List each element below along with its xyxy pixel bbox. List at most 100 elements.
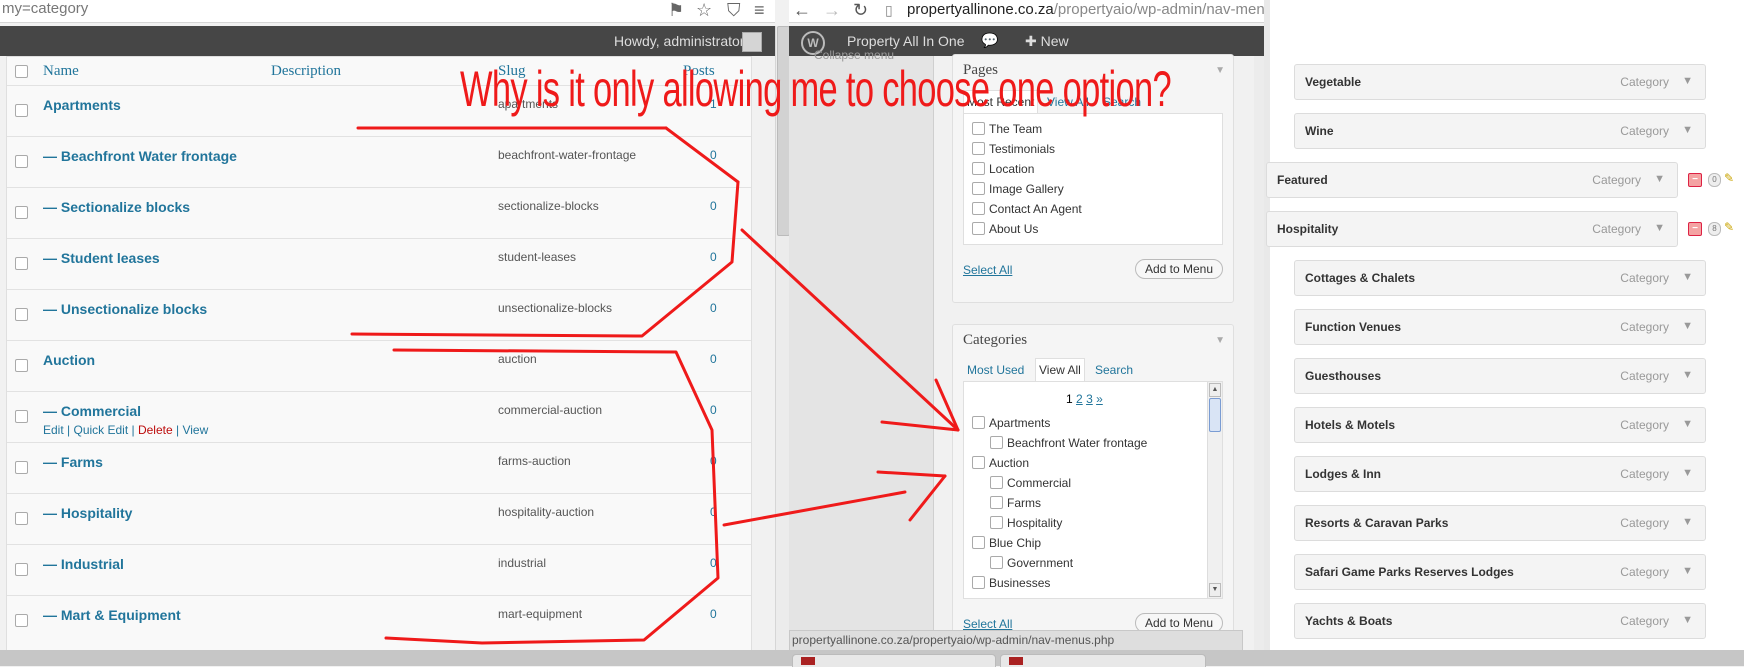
delete-link[interactable]: Delete: [138, 423, 173, 437]
tab-search[interactable]: Search: [1095, 359, 1133, 381]
quick-edit-link[interactable]: Quick Edit: [73, 423, 128, 437]
remove-icon[interactable]: −: [1688, 173, 1702, 187]
category-option[interactable]: Government: [990, 556, 1073, 570]
category-checkbox[interactable]: [990, 556, 1003, 569]
expand-arrow-icon[interactable]: ▼: [1682, 124, 1693, 136]
category-post-count[interactable]: 0: [710, 454, 717, 468]
row-checkbox[interactable]: [15, 563, 28, 576]
page-option[interactable]: The Team: [972, 122, 1042, 136]
left-url-bar[interactable]: my=category ⚑ ☆ ⛉ ≡: [0, 0, 775, 23]
expand-arrow-icon[interactable]: ▼: [1682, 75, 1693, 87]
category-post-count[interactable]: 0: [710, 301, 717, 315]
category-name-link[interactable]: — Farms: [43, 454, 103, 470]
category-post-count[interactable]: 0: [710, 250, 717, 264]
category-checkbox[interactable]: [990, 476, 1003, 489]
category-option[interactable]: Commercial: [990, 476, 1071, 490]
menu-item[interactable]: Lodges & Inn Category ▼: [1294, 456, 1706, 492]
reload-icon[interactable]: ↻: [853, 0, 868, 20]
expand-arrow-icon[interactable]: ▼: [1654, 222, 1665, 234]
category-checkbox[interactable]: [972, 576, 985, 589]
category-name-link[interactable]: — Unsectionalize blocks: [43, 301, 207, 317]
category-name-link[interactable]: — Commercial: [43, 403, 141, 419]
page-checkbox[interactable]: [972, 122, 985, 135]
page-option[interactable]: Contact An Agent: [972, 202, 1082, 216]
taskbar-tab[interactable]: [1000, 654, 1206, 667]
view-link[interactable]: View: [182, 423, 208, 437]
flag-icon[interactable]: ⚑: [668, 0, 684, 20]
page-option[interactable]: Image Gallery: [972, 182, 1064, 196]
star-icon[interactable]: ☆: [696, 0, 712, 20]
pencil-icon[interactable]: ✎: [1724, 171, 1734, 185]
menu-item[interactable]: Function Venues Category ▼: [1294, 309, 1706, 345]
toggle-arrow-icon[interactable]: ▼: [1215, 65, 1225, 76]
category-post-count[interactable]: 0: [710, 556, 717, 570]
comment-icon[interactable]: 💬: [981, 32, 998, 49]
tab-most-used[interactable]: Most Used: [967, 359, 1024, 381]
menu-item[interactable]: Yachts & Boats Category ▼: [1294, 603, 1706, 639]
column-description[interactable]: Description: [271, 57, 341, 85]
expand-arrow-icon[interactable]: ▼: [1682, 418, 1693, 430]
category-option[interactable]: Businesses: [972, 576, 1050, 590]
category-post-count[interactable]: 0: [710, 199, 717, 213]
taskbar-tab[interactable]: [792, 654, 996, 667]
menu-item[interactable]: Resorts & Caravan Parks Category ▼: [1294, 505, 1706, 541]
categories-scrollbar[interactable]: ▲ ▼: [1207, 382, 1222, 598]
forward-icon[interactable]: →: [823, 0, 841, 20]
scroll-thumb[interactable]: [1209, 398, 1221, 432]
row-checkbox[interactable]: [15, 614, 28, 627]
category-post-count[interactable]: 0: [710, 403, 717, 417]
row-checkbox[interactable]: [15, 206, 28, 219]
scroll-up-icon[interactable]: ▲: [1209, 383, 1221, 397]
categories-select-all[interactable]: Select All: [963, 617, 1012, 631]
page-option[interactable]: About Us: [972, 222, 1038, 236]
remove-icon[interactable]: −: [1688, 222, 1702, 236]
expand-arrow-icon[interactable]: ▼: [1654, 173, 1665, 185]
row-checkbox[interactable]: [15, 155, 28, 168]
category-option[interactable]: Auction: [972, 456, 1029, 470]
category-checkbox[interactable]: [972, 416, 985, 429]
category-checkbox[interactable]: [972, 536, 985, 549]
menu-icon[interactable]: ≡: [754, 0, 765, 20]
expand-arrow-icon[interactable]: ▼: [1682, 516, 1693, 528]
menu-item[interactable]: Cottages & Chalets Category ▼: [1294, 260, 1706, 296]
toggle-arrow-icon[interactable]: ▼: [1215, 335, 1225, 346]
edit-link[interactable]: Edit: [43, 423, 64, 437]
expand-arrow-icon[interactable]: ▼: [1682, 271, 1693, 283]
menu-item[interactable]: Featured Category ▼: [1266, 162, 1678, 198]
expand-arrow-icon[interactable]: ▼: [1682, 320, 1693, 332]
scroll-down-icon[interactable]: ▼: [1209, 583, 1221, 597]
page-link-2[interactable]: 2: [1076, 392, 1083, 406]
category-name-link[interactable]: Apartments: [43, 97, 121, 113]
menu-item[interactable]: Wine Category ▼: [1294, 113, 1706, 149]
pages-add-to-menu-button[interactable]: Add to Menu: [1134, 259, 1223, 279]
back-icon[interactable]: ←: [793, 0, 811, 20]
page-next[interactable]: »: [1096, 392, 1103, 406]
category-option[interactable]: Hospitality: [990, 516, 1062, 530]
category-name-link[interactable]: — Mart & Equipment: [43, 607, 181, 623]
category-checkbox[interactable]: [990, 516, 1003, 529]
expand-arrow-icon[interactable]: ▼: [1682, 565, 1693, 577]
page-checkbox[interactable]: [972, 202, 985, 215]
row-checkbox[interactable]: [15, 461, 28, 474]
row-checkbox[interactable]: [15, 104, 28, 117]
page-checkbox[interactable]: [972, 142, 985, 155]
tab-view-all[interactable]: View All: [1035, 358, 1085, 382]
row-checkbox[interactable]: [15, 257, 28, 270]
menu-item[interactable]: Vegetable Category ▼: [1294, 64, 1706, 100]
menu-item[interactable]: Safari Game Parks Reserves Lodges Categor…: [1294, 554, 1706, 590]
category-option[interactable]: Blue Chip: [972, 536, 1041, 550]
category-post-count[interactable]: 0: [710, 352, 717, 366]
expand-arrow-icon[interactable]: ▼: [1682, 614, 1693, 626]
category-name-link[interactable]: — Beachfront Water frontage: [43, 148, 237, 164]
category-option[interactable]: Farms: [990, 496, 1041, 510]
column-name[interactable]: Name: [43, 57, 79, 85]
category-checkbox[interactable]: [972, 456, 985, 469]
page-link-3[interactable]: 3: [1086, 392, 1093, 406]
menu-item[interactable]: Hospitality Category ▼: [1266, 211, 1678, 247]
category-post-count[interactable]: 0: [710, 505, 717, 519]
category-name-link[interactable]: — Sectionalize blocks: [43, 199, 190, 215]
category-option[interactable]: Beachfront Water frontage: [990, 436, 1147, 450]
row-checkbox[interactable]: [15, 512, 28, 525]
new-content[interactable]: ✚ New: [1025, 33, 1069, 50]
page-checkbox[interactable]: [972, 222, 985, 235]
